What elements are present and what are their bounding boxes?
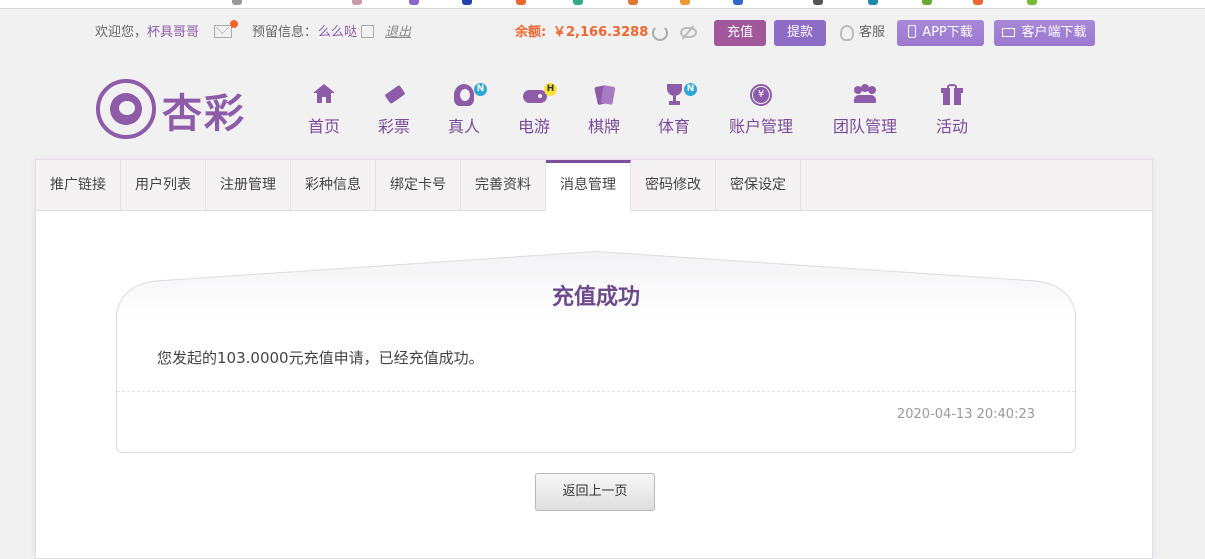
tab-bind-card[interactable]: 绑定卡号 — [376, 160, 461, 211]
customer-service-link[interactable]: 客服 — [859, 20, 885, 46]
live-dealer-icon: N — [453, 83, 487, 106]
logout-link[interactable]: 退出 — [385, 20, 411, 46]
new-badge: N — [474, 83, 487, 96]
content-panel: 推广链接 用户列表 注册管理 彩种信息 绑定卡号 完善资料 消息管理 密码修改 … — [35, 159, 1153, 559]
message-timestamp: 2020-04-13 20:40:23 — [896, 407, 1035, 422]
user-info-bar: 欢迎您， 杯具哥哥 预留信息： 么么哒 退出 余额: ￥2,166.3288 充… — [0, 20, 1205, 46]
phone-icon — [908, 25, 917, 38]
nav-item-live[interactable]: N 真人 — [445, 83, 487, 144]
mail-icon[interactable] — [214, 25, 232, 38]
reserve-info-value: 么么哒 — [318, 25, 358, 40]
logo-emblem-icon — [96, 79, 156, 139]
gift-icon — [941, 84, 963, 106]
team-icon — [854, 84, 876, 106]
message-title: 充值成功 — [551, 285, 640, 310]
recharge-button[interactable]: 充值 — [714, 20, 766, 46]
tab-register-manage[interactable]: 注册管理 — [206, 160, 291, 211]
site-logo[interactable]: 杏彩 — [96, 79, 251, 141]
logo-text: 杏彩 — [162, 90, 246, 137]
divider — [117, 391, 1075, 392]
nav-item-cards[interactable]: 棋牌 — [585, 84, 623, 144]
tab-messages[interactable]: 消息管理 — [546, 160, 631, 212]
nav-item-account[interactable]: ¥ 账户管理 — [725, 84, 797, 144]
customer-service-icon[interactable] — [840, 25, 854, 41]
reserve-info-label: 预留信息： — [252, 25, 318, 40]
edit-icon[interactable] — [361, 25, 374, 38]
message-text: 您发起的103.0000元充值申请，已经充值成功。 — [157, 349, 484, 367]
message-card: 充值成功 您发起的103.0000元充值申请，已经充值成功。 2020-04-1… — [116, 251, 1076, 453]
message-body: 您发起的103.0000元充值申请，已经充值成功。 2020-04-13 20:… — [116, 322, 1076, 453]
unread-dot-icon — [230, 20, 238, 28]
tab-promo-link[interactable]: 推广链接 — [36, 160, 121, 211]
nav-item-events[interactable]: 活动 — [933, 84, 971, 144]
back-button[interactable]: 返回上一页 — [535, 473, 655, 511]
nav-item-egames[interactable]: H 电游 — [515, 83, 557, 144]
nav-item-sports[interactable]: N 体育 — [655, 83, 697, 144]
balance-value: ￥2,166.3288 — [553, 25, 649, 40]
lottery-ticket-icon — [383, 84, 406, 106]
refresh-icon[interactable] — [652, 25, 668, 41]
monitor-icon — [1002, 28, 1016, 37]
new-badge: N — [684, 83, 697, 96]
withdraw-button[interactable]: 提款 — [774, 20, 826, 46]
home-icon — [313, 84, 335, 106]
balance-label: 余额: — [515, 25, 547, 40]
tab-lottery-info[interactable]: 彩种信息 — [291, 160, 376, 211]
nav-item-team[interactable]: 团队管理 — [829, 84, 901, 144]
playing-cards-icon — [593, 84, 616, 106]
nav-item-lottery[interactable]: 彩票 — [375, 84, 413, 144]
client-download-button[interactable]: 客户端下载 — [994, 20, 1095, 46]
hot-badge: H — [544, 83, 557, 96]
app-download-button[interactable]: APP下载 — [897, 20, 984, 46]
nav-item-home[interactable]: 首页 — [305, 84, 343, 144]
tab-user-list[interactable]: 用户列表 — [121, 160, 206, 211]
tab-password[interactable]: 密码修改 — [631, 160, 716, 211]
tab-profile[interactable]: 完善资料 — [461, 160, 546, 211]
welcome-label: 欢迎您， — [95, 25, 148, 40]
hide-balance-icon[interactable] — [680, 27, 697, 38]
tab-security[interactable]: 密保设定 — [716, 160, 801, 211]
yen-coin-icon: ¥ — [750, 84, 772, 106]
gamepad-icon: H — [523, 83, 557, 106]
browser-bookmark-strip — [0, 0, 1205, 9]
trophy-icon: N — [663, 83, 697, 106]
sub-tabs: 推广链接 用户列表 注册管理 彩种信息 绑定卡号 完善资料 消息管理 密码修改 … — [36, 160, 1152, 212]
username-link[interactable]: 杯具哥哥 — [147, 20, 199, 46]
